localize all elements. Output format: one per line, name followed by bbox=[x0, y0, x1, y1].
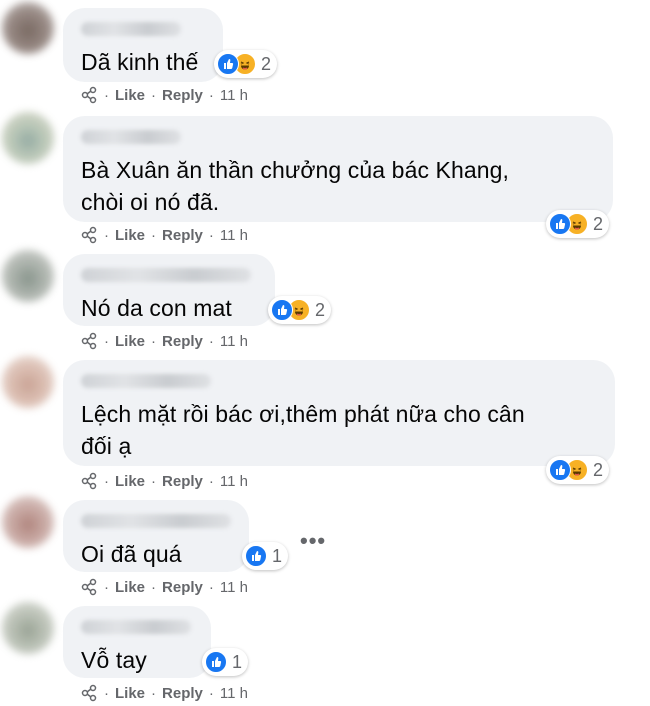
avatar[interactable] bbox=[2, 250, 54, 302]
dot-separator: · bbox=[151, 578, 157, 596]
like-reaction-icon bbox=[205, 651, 227, 673]
dot-separator: · bbox=[208, 226, 214, 244]
author-name-blurred[interactable] bbox=[81, 268, 251, 282]
like-link[interactable]: Like bbox=[115, 473, 145, 490]
dot-separator: · bbox=[104, 578, 109, 596]
reply-link[interactable]: Reply bbox=[162, 227, 203, 244]
reaction-count: 1 bbox=[272, 545, 283, 566]
dot-separator: · bbox=[208, 472, 214, 490]
timestamp[interactable]: 11 h bbox=[220, 473, 248, 490]
dot-separator: · bbox=[104, 472, 109, 490]
like-reaction-icon bbox=[271, 299, 293, 321]
comment-text: Dã kinh thế bbox=[81, 49, 199, 75]
comment-bubble: Oi đã quá bbox=[63, 500, 249, 572]
like-link[interactable]: Like bbox=[115, 685, 145, 702]
dot-separator: · bbox=[151, 684, 157, 702]
timestamp[interactable]: 11 h bbox=[220, 685, 248, 702]
author-name-blurred[interactable] bbox=[81, 22, 181, 36]
avatar[interactable] bbox=[2, 356, 54, 408]
comment-text: Nó da con mat bbox=[81, 295, 232, 321]
dot-separator: · bbox=[104, 226, 109, 244]
like-link[interactable]: Like bbox=[115, 87, 145, 104]
like-reaction-icon bbox=[217, 53, 239, 75]
comment-actions: · Like · Reply · 11 h bbox=[80, 332, 248, 350]
dot-separator: · bbox=[151, 86, 157, 104]
share-icon[interactable] bbox=[80, 86, 98, 104]
comment-text: Vỗ tay bbox=[81, 647, 147, 673]
timestamp[interactable]: 11 h bbox=[220, 227, 248, 244]
comment-bubble: Vỗ tay bbox=[63, 606, 211, 678]
reaction-count: 2 bbox=[261, 53, 272, 74]
dot-separator: · bbox=[208, 86, 214, 104]
avatar[interactable] bbox=[2, 2, 54, 54]
author-name-blurred[interactable] bbox=[81, 130, 181, 144]
dot-separator: · bbox=[151, 472, 157, 490]
share-icon[interactable] bbox=[80, 684, 98, 702]
author-name-blurred[interactable] bbox=[81, 374, 211, 388]
comment-actions: · Like · Reply · 11 h bbox=[80, 226, 248, 244]
like-reaction-icon bbox=[549, 459, 571, 481]
reactions-badge[interactable]: 2 bbox=[546, 210, 610, 238]
reply-link[interactable]: Reply bbox=[162, 333, 203, 350]
reply-link[interactable]: Reply bbox=[162, 473, 203, 490]
comment-actions: · Like · Reply · 11 h bbox=[80, 684, 248, 702]
reactions-badge[interactable]: 2 bbox=[214, 50, 278, 78]
dot-separator: · bbox=[104, 332, 109, 350]
avatar[interactable] bbox=[2, 112, 54, 164]
comment-actions: · Like · Reply · 11 h bbox=[80, 578, 248, 596]
dot-separator: · bbox=[151, 332, 157, 350]
dot-separator: · bbox=[208, 578, 214, 596]
share-icon[interactable] bbox=[80, 472, 98, 490]
comment-thread: Dã kinh thế 2 · Like · Reply · 11 h Bà X… bbox=[0, 0, 650, 706]
comment-bubble: Bà Xuân ăn thần chưởng của bác Khang, ch… bbox=[63, 116, 613, 222]
comment-text: Bà Xuân ăn thần chưởng của bác Khang, ch… bbox=[81, 157, 510, 215]
comment-text: Oi đã quá bbox=[81, 541, 182, 567]
more-options-icon[interactable]: ••• bbox=[300, 528, 326, 554]
timestamp[interactable]: 11 h bbox=[220, 579, 248, 596]
dot-separator: · bbox=[151, 226, 157, 244]
like-link[interactable]: Like bbox=[115, 227, 145, 244]
reaction-count: 2 bbox=[593, 213, 604, 234]
reactions-badge[interactable]: 2 bbox=[268, 296, 332, 324]
timestamp[interactable]: 11 h bbox=[220, 87, 248, 104]
reaction-count: 1 bbox=[232, 651, 243, 672]
share-icon[interactable] bbox=[80, 332, 98, 350]
comment-actions: · Like · Reply · 11 h bbox=[80, 86, 248, 104]
reply-link[interactable]: Reply bbox=[162, 579, 203, 596]
author-name-blurred[interactable] bbox=[81, 514, 231, 528]
comment-bubble: Nó da con mat bbox=[63, 254, 275, 326]
author-name-blurred[interactable] bbox=[81, 620, 191, 634]
comment-text: Lệch mặt rồi bác ơi,thêm phát nữa cho câ… bbox=[81, 401, 525, 459]
dot-separator: · bbox=[104, 86, 109, 104]
reaction-count: 2 bbox=[593, 459, 604, 480]
dot-separator: · bbox=[208, 332, 214, 350]
reply-link[interactable]: Reply bbox=[162, 87, 203, 104]
reaction-count: 2 bbox=[315, 299, 326, 320]
share-icon[interactable] bbox=[80, 578, 98, 596]
like-reaction-icon bbox=[549, 213, 571, 235]
avatar[interactable] bbox=[2, 496, 54, 548]
avatar[interactable] bbox=[2, 602, 54, 654]
like-link[interactable]: Like bbox=[115, 579, 145, 596]
reply-link[interactable]: Reply bbox=[162, 685, 203, 702]
like-reaction-icon bbox=[245, 545, 267, 567]
reactions-badge[interactable]: 1 bbox=[242, 542, 289, 570]
reactions-badge[interactable]: 2 bbox=[546, 456, 610, 484]
share-icon[interactable] bbox=[80, 226, 98, 244]
comment-actions: · Like · Reply · 11 h bbox=[80, 472, 248, 490]
comment-bubble: Lệch mặt rồi bác ơi,thêm phát nữa cho câ… bbox=[63, 360, 615, 466]
like-link[interactable]: Like bbox=[115, 333, 145, 350]
dot-separator: · bbox=[208, 684, 214, 702]
comment-bubble: Dã kinh thế bbox=[63, 8, 223, 82]
timestamp[interactable]: 11 h bbox=[220, 333, 248, 350]
dot-separator: · bbox=[104, 684, 109, 702]
reactions-badge[interactable]: 1 bbox=[202, 648, 249, 676]
